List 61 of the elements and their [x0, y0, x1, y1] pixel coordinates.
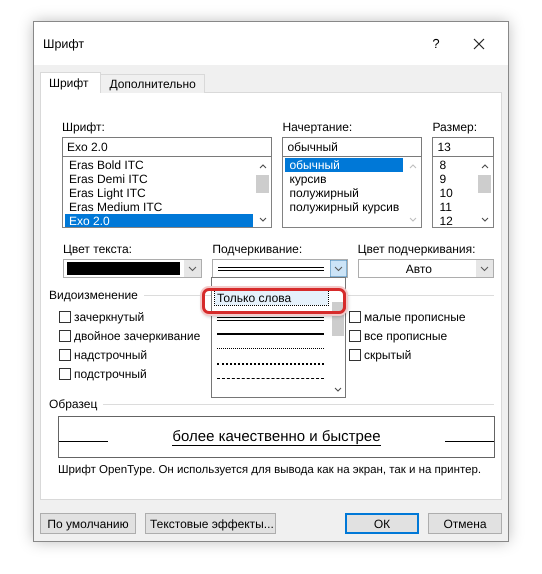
input-field[interactable]: Exo 2.0	[62, 137, 272, 157]
list-item[interactable]: полужирный курсив	[285, 200, 404, 214]
color-dropdown[interactable]	[63, 259, 202, 278]
checkbox-label: все прописные	[364, 328, 448, 342]
field-label: Шрифт:	[62, 120, 106, 136]
list-item[interactable]: 9	[435, 172, 475, 186]
checkbox[interactable]	[349, 348, 361, 360]
scroll-up-icon[interactable]	[480, 163, 488, 169]
field-label: Цвет подчеркивания:	[358, 242, 476, 258]
input-field[interactable]: обычный	[282, 137, 422, 157]
scroll-thumb[interactable]	[478, 175, 491, 193]
close-icon[interactable]	[473, 38, 485, 50]
checkbox[interactable]	[349, 330, 361, 342]
scroll-down-icon[interactable]	[258, 217, 267, 223]
list-item[interactable]: Exo 2.0	[65, 214, 254, 227]
window-title: Шрифт	[43, 36, 86, 50]
help-button[interactable]: ?	[421, 36, 451, 51]
tab[interactable]: Шрифт	[40, 72, 102, 93]
input-field[interactable]: 13	[432, 137, 494, 157]
list-item[interactable]: обычный	[285, 158, 404, 172]
dialog-button[interactable]: Отмена	[428, 513, 502, 534]
list-item[interactable]: 10	[435, 186, 475, 200]
field-label: Начертание:	[282, 120, 354, 136]
checkbox-label: зачеркнутый	[74, 310, 144, 324]
field-label: Подчеркивание:	[212, 242, 304, 258]
scroll-up-icon[interactable]	[258, 163, 267, 169]
list-item[interactable]: Eras Demi ITC	[65, 172, 254, 186]
checkbox-label: малые прописные	[364, 310, 466, 324]
field-label: Размер:	[432, 120, 478, 136]
dialog-button[interactable]: По умолчанию	[40, 513, 136, 534]
dropdown-option[interactable]: Только слова	[215, 291, 328, 305]
checkbox[interactable]	[59, 348, 71, 360]
group-label: Видоизменение	[49, 288, 139, 302]
checkbox[interactable]	[59, 368, 71, 380]
checkbox[interactable]	[349, 310, 361, 322]
checkbox-label: надстрочный	[74, 348, 148, 362]
list-item[interactable]: 11	[435, 200, 475, 214]
checkbox[interactable]	[59, 310, 71, 322]
checkbox-label: двойное зачеркивание	[74, 328, 200, 342]
dialog-button[interactable]: Текстовые эффекты...	[145, 513, 276, 534]
checkbox-label: скрытый	[364, 348, 412, 362]
list-item[interactable]: Eras Medium ITC	[65, 200, 254, 214]
checkbox[interactable]	[59, 330, 71, 342]
scroll-down-icon[interactable]	[334, 387, 342, 393]
preview-text: более качественно и быстрее	[172, 428, 381, 446]
list-item[interactable]: полужирный	[285, 186, 404, 200]
list-item[interactable]: 8	[435, 158, 475, 172]
checkbox-label: подстрочный	[74, 366, 147, 380]
list-item[interactable]: Eras Light ITC	[65, 186, 254, 200]
dropdown-arrow-icon[interactable]	[330, 260, 347, 277]
group-label: Образец	[49, 397, 98, 411]
dialog-button[interactable]: ОК	[345, 513, 419, 534]
scroll-down-icon[interactable]	[480, 217, 488, 223]
list-item[interactable]: Eras Bold ITC	[65, 158, 254, 172]
list-item[interactable]: 12	[435, 214, 475, 227]
scroll-thumb[interactable]	[256, 175, 270, 193]
description-text: Шрифт OpenType. Он используется для вывода как на экран, так и на принтер.	[58, 464, 482, 476]
list-item[interactable]: курсив	[285, 172, 404, 186]
field-label: Цвет текста:	[63, 242, 134, 258]
underline-color-dropdown[interactable]: Авто	[358, 259, 494, 278]
tab[interactable]: Дополнительно	[100, 74, 205, 93]
